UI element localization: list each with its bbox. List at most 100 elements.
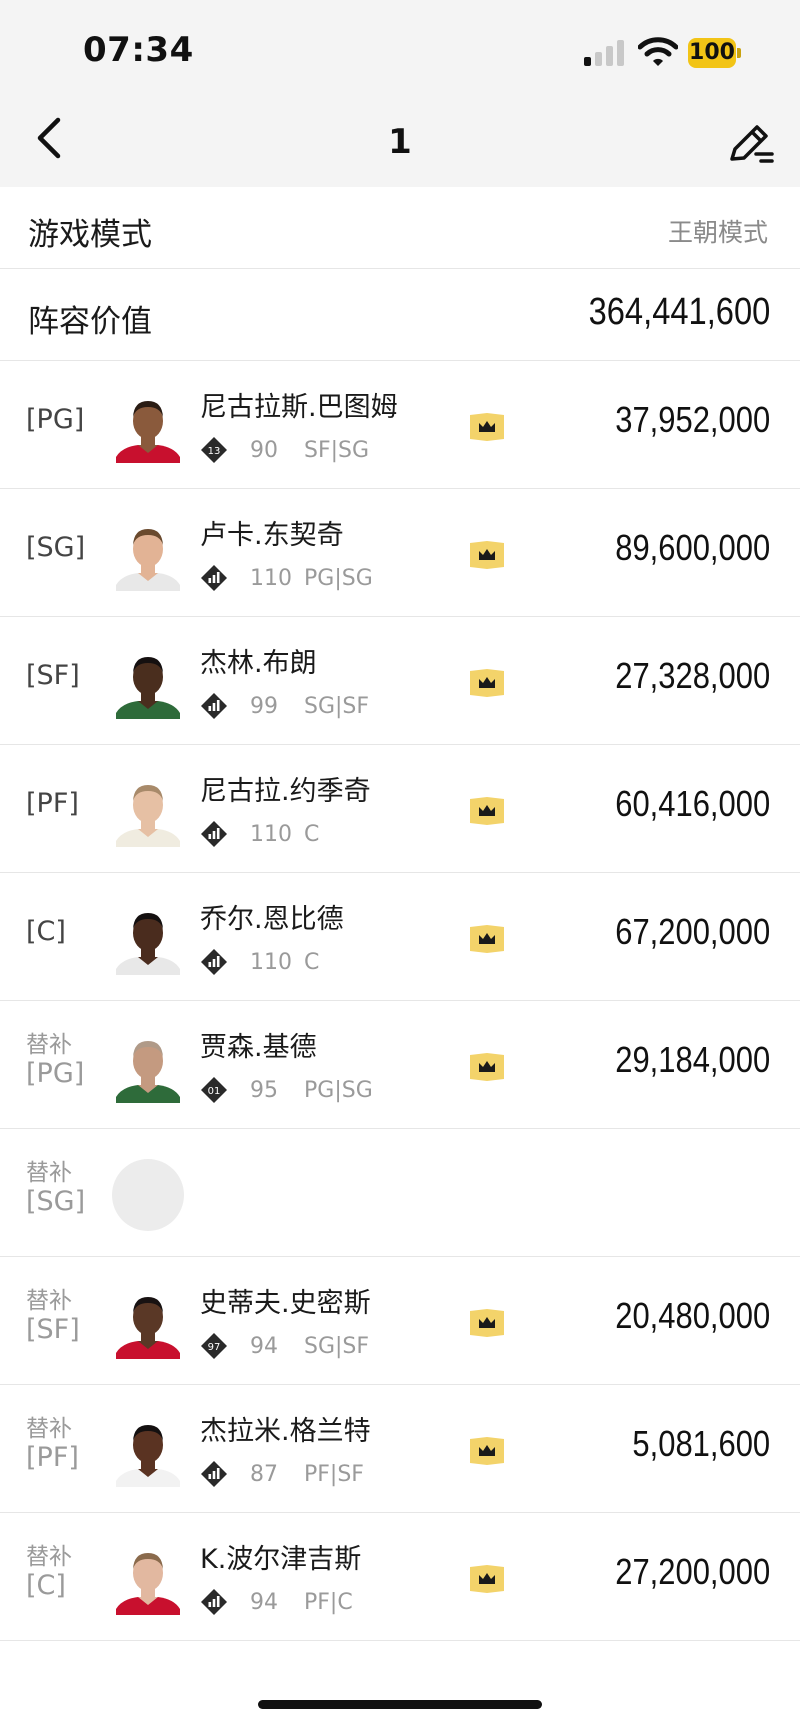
rating-badge-icon	[201, 693, 227, 719]
jersey-number: 13	[208, 446, 221, 457]
rating-badge-icon	[201, 1589, 227, 1615]
player-name: 尼古拉斯.巴图姆	[200, 392, 398, 423]
position-slot: 替补 [SG]	[26, 1159, 85, 1217]
substitute-label: 替补	[26, 1288, 72, 1314]
player-rating: 94	[250, 1589, 278, 1615]
player-salary: 5,081,600	[632, 1423, 770, 1464]
position-slot: [PF]	[26, 789, 79, 819]
player-salary: 27,200,000	[615, 1551, 770, 1592]
player-salary: 29,184,000	[615, 1039, 770, 1080]
player-salary: 60,416,000	[615, 783, 770, 824]
position-code: [C]	[26, 916, 66, 947]
player-meta: 97 94 SG|SF	[200, 1331, 369, 1361]
player-meta: 110 C	[200, 819, 319, 849]
player-row[interactable]: [SF] 杰林.布朗 99 SG|SF 27,328,000	[0, 617, 800, 745]
player-salary: 20,480,000	[615, 1295, 770, 1336]
lineup-value-label: 阵容价值	[28, 304, 152, 340]
empty-player-slot[interactable]	[112, 1159, 184, 1231]
player-name: 乔尔.恩比德	[200, 904, 344, 935]
player-row[interactable]: 替补 [PG] 贾森.基德 01 95 PG|SG 29,184,000	[0, 1001, 800, 1129]
position-code: [PF]	[26, 1442, 79, 1473]
position-slot: 替补 [C]	[26, 1543, 72, 1601]
player-row[interactable]: [PG] 尼古拉斯.巴图姆 13 90 SF|SG 37,952,000	[0, 361, 800, 489]
player-row[interactable]: 替补 [SG]	[0, 1129, 800, 1257]
player-name: K.波尔津吉斯	[200, 1544, 362, 1575]
player-meta: 110 PG|SG	[200, 563, 373, 593]
position-code: [C]	[26, 1570, 66, 1601]
player-row[interactable]: [SG] 卢卡.东契奇 110 PG|SG 89,600,000	[0, 489, 800, 617]
position-slot: 替补 [PG]	[26, 1031, 84, 1089]
back-button[interactable]	[30, 112, 70, 164]
edit-button[interactable]	[726, 118, 776, 168]
wifi-icon	[638, 37, 678, 66]
player-meta: 99 SG|SF	[200, 691, 369, 721]
player-meta: 13 90 SF|SG	[200, 435, 369, 465]
substitute-label: 替补	[26, 1544, 72, 1570]
player-positions: SF|SG	[304, 437, 370, 463]
player-positions: PF|SF	[304, 1461, 364, 1487]
position-code: [PF]	[26, 788, 79, 819]
rating-badge-icon	[201, 821, 227, 847]
player-rating: 95	[250, 1077, 278, 1103]
player-positions: PG|SG	[304, 565, 373, 591]
player-avatar	[116, 913, 180, 975]
player-rating: 87	[250, 1461, 278, 1487]
player-avatar	[116, 401, 180, 463]
player-positions: SG|SF	[304, 693, 370, 719]
player-row[interactable]: 替补 [SF] 史蒂夫.史密斯 97 94 SG|SF 20,480,000	[0, 1257, 800, 1385]
player-name: 卢卡.东契奇	[200, 520, 344, 551]
player-row[interactable]: 替补 [PF] 杰拉米.格兰特 87 PF|SF 5,081,600	[0, 1385, 800, 1513]
lineup-value-row: 阵容价值 364,441,600	[0, 269, 800, 361]
player-meta: 110 C	[200, 947, 319, 977]
chevron-left-icon	[37, 117, 61, 159]
player-salary: 89,600,000	[615, 527, 770, 568]
home-indicator	[258, 1700, 542, 1709]
position-slot: [C]	[26, 917, 66, 947]
jersey-number-badge-icon: 01	[201, 1077, 227, 1103]
substitute-label: 替补	[26, 1032, 72, 1058]
crown-icon	[470, 1565, 504, 1593]
player-rating: 110	[250, 949, 292, 975]
battery-icon: 100	[688, 38, 741, 68]
player-meta: 01 95 PG|SG	[200, 1075, 373, 1105]
header-area: 07:34 100 1	[0, 0, 800, 187]
cellular-signal-icon	[584, 40, 626, 66]
jersey-number-badge-icon: 13	[201, 437, 227, 463]
position-slot: 替补 [PF]	[26, 1415, 79, 1473]
player-name: 杰拉米.格兰特	[200, 1416, 371, 1447]
player-meta: 94 PF|C	[200, 1587, 353, 1617]
position-code: [PG]	[26, 404, 85, 435]
player-row[interactable]: [PF] 尼古拉.约季奇 110 C 60,416,000	[0, 745, 800, 873]
player-avatar	[116, 1041, 180, 1103]
position-slot: [SF]	[26, 661, 80, 691]
crown-icon	[470, 413, 504, 441]
player-salary: 37,952,000	[615, 399, 770, 440]
player-row[interactable]: [C] 乔尔.恩比德 110 C 67,200,000	[0, 873, 800, 1001]
position-code: [SF]	[26, 1314, 80, 1345]
position-code: [SG]	[26, 1186, 86, 1217]
player-row[interactable]: 替补 [C] K.波尔津吉斯 94 PF|C 27,200,000	[0, 1513, 800, 1641]
player-list: [PG] 尼古拉斯.巴图姆 13 90 SF|SG 37,952,000 [SG] 卢卡.东契…	[0, 361, 800, 1641]
player-name: 杰林.布朗	[200, 648, 317, 679]
player-salary: 67,200,000	[615, 911, 770, 952]
crown-icon	[470, 797, 504, 825]
lineup-value-total: 364,441,600	[588, 291, 770, 333]
player-positions: SG|SF	[304, 1333, 370, 1359]
player-avatar	[116, 1297, 180, 1359]
rating-badge-icon	[201, 949, 227, 975]
position-code: [SF]	[26, 660, 80, 691]
position-code: [PG]	[26, 1058, 85, 1089]
player-meta: 87 PF|SF	[200, 1459, 364, 1489]
crown-icon	[470, 1309, 504, 1337]
rating-badge-icon	[201, 565, 227, 591]
status-time: 07:34	[83, 30, 194, 70]
player-positions: C	[304, 949, 320, 975]
player-positions: PF|C	[304, 1589, 353, 1615]
player-avatar	[116, 785, 180, 847]
substitute-label: 替补	[26, 1160, 72, 1186]
game-mode-row[interactable]: 游戏模式 王朝模式	[0, 187, 800, 269]
player-rating: 90	[250, 437, 278, 463]
crown-icon	[470, 1053, 504, 1081]
crown-icon	[470, 925, 504, 953]
player-avatar	[116, 1425, 180, 1487]
